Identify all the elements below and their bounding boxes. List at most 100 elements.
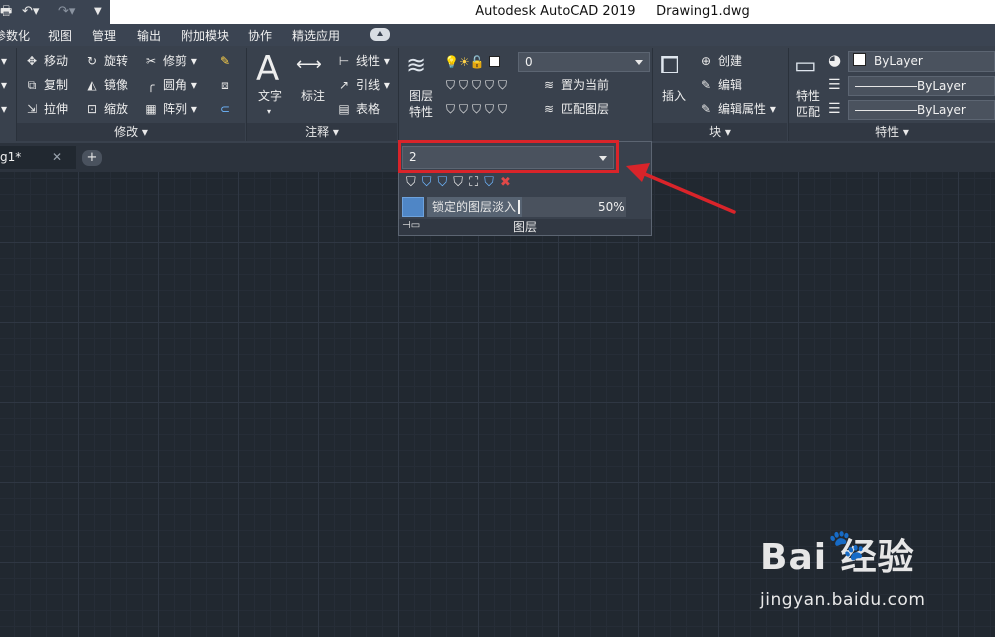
locked-layer-fade-icon[interactable] [402, 197, 424, 217]
minimize-ribbon-button[interactable] [370, 28, 390, 41]
fillet-button[interactable]: ╭ 圆角 ▾ [143, 77, 196, 93]
locked-layer-fade-label: 锁定的图层淡入 [427, 197, 522, 217]
dimension-icon[interactable]: ⟷ [296, 54, 322, 76]
qat-menu-icon[interactable]: ▼ [94, 3, 102, 21]
layer-freeze-vp-icon[interactable]: ⛶ [469, 175, 484, 190]
file-name-text: Drawing1.dwg [656, 4, 750, 19]
locked-layer-fade-slider[interactable] [522, 197, 598, 217]
trim-button[interactable]: ✂ 修剪 ▾ [143, 53, 197, 69]
rotate-button[interactable]: ↻ 旋转 [84, 53, 128, 69]
tab-output[interactable]: 输出 [137, 27, 161, 44]
print-icon[interactable]: 🖶 [0, 3, 12, 21]
current-layer-value: 0 [525, 55, 533, 69]
undo-icon[interactable]: ↶▾ [22, 3, 39, 21]
color-combo[interactable]: ByLayer [848, 51, 995, 72]
clipped-tool-icon[interactable]: ▾ [1, 77, 7, 93]
layers-panel-expanded-footer[interactable]: 图层 [399, 219, 651, 235]
linear-dim-icon: ⊢ [338, 54, 350, 68]
layer-merge-icon[interactable]: ⛉ [453, 175, 469, 190]
current-layer-combo[interactable]: 0 [518, 52, 650, 72]
close-icon[interactable]: ✕ [52, 150, 62, 164]
unlock-icon[interactable]: 🔓 [470, 55, 485, 69]
clipped-tool-icon[interactable]: ▾ [1, 53, 7, 69]
layer-properties-label[interactable]: 图层 特性 [409, 88, 433, 120]
document-tab-label: g1* [0, 150, 22, 164]
set-current-button[interactable]: ≋ 置为当前 [541, 77, 609, 93]
locked-layer-fade-percent[interactable]: 50% [598, 197, 626, 217]
match-properties-icon[interactable]: ▭ [794, 50, 817, 80]
linetype-combo[interactable]: ByLayer [848, 76, 995, 96]
tab-manage[interactable]: 管理 [92, 27, 116, 44]
rotate-icon: ↻ [86, 54, 98, 68]
linetype-icon[interactable]: ☰ [828, 77, 841, 93]
text-icon[interactable]: A [256, 50, 279, 88]
linear-label: 线性 [356, 54, 381, 68]
tab-addins[interactable]: 附加模块 [181, 27, 229, 44]
layer-tools-row1[interactable]: ⛉⛉⛉⛉⛉ [446, 77, 511, 93]
tab-view[interactable]: 视图 [48, 27, 72, 44]
layer-copy-icon[interactable]: ⛉ [484, 175, 500, 190]
lineweight-combo[interactable]: ByLayer [848, 100, 995, 120]
array-button[interactable]: ▦ 阵列 ▾ [143, 101, 197, 117]
table-label: 表格 [356, 102, 381, 116]
layer-delete-icon[interactable]: ✖ [500, 175, 517, 190]
properties-panel-footer[interactable]: 特性 ▾ [789, 123, 995, 141]
document-tab[interactable]: g1* [0, 146, 76, 169]
leader-button[interactable]: ↗ 引线 ▾ [336, 77, 390, 93]
mirror-label: 镜像 [104, 78, 129, 92]
new-tab-button[interactable]: + [82, 150, 102, 166]
linetype-line-preview [855, 86, 917, 87]
stretch-button[interactable]: ⇲ 拉伸 [24, 101, 68, 117]
modify-panel-footer[interactable]: 修改 ▾ [17, 123, 245, 141]
explode-button[interactable]: ⧈ [217, 77, 237, 93]
text-dropdown-icon[interactable]: ▾ [267, 104, 271, 120]
layer-unisolate-icon[interactable]: ⛉ [438, 175, 454, 190]
create-block-button[interactable]: ⊕ 创建 [698, 53, 742, 69]
offset-button[interactable]: ⊂ [217, 101, 237, 117]
match-layer-button[interactable]: ≋ 匹配图层 [541, 101, 609, 117]
edit-label: 编辑 [718, 78, 743, 92]
layer-tools-row2[interactable]: ⛉⛉⛉⛉⛉ [446, 101, 511, 117]
pin-icon[interactable]: ⊣▭ [402, 220, 420, 231]
move-button[interactable]: ✥ 移动 [24, 53, 68, 69]
clipped-tool-icon[interactable]: ▾ [1, 101, 7, 117]
color-wheel-icon[interactable]: ◕ [828, 52, 841, 68]
insert-block-icon[interactable]: ⧠ [660, 50, 679, 80]
color-swatch [853, 53, 866, 66]
block-panel-footer[interactable]: 块 ▾ [653, 123, 787, 141]
mirror-button[interactable]: ◭ 镜像 [84, 77, 128, 93]
edit-attributes-label: 编辑属性 [718, 102, 767, 116]
tab-parametric[interactable]: 参数化 [0, 27, 30, 44]
dimension-button-label[interactable]: 标注 [301, 88, 325, 104]
lineweight-icon[interactable]: ☰ [828, 101, 841, 117]
copy-label: 复制 [44, 78, 69, 92]
layer-walk-icon[interactable]: ⛉ [406, 175, 422, 190]
quick-access-toolbar: 🖶 ↶▾ ↷▾ ▼ [0, 0, 110, 24]
lineweight-value: ByLayer [917, 103, 966, 117]
stretch-icon: ⇲ [26, 102, 38, 116]
ribbon: ▾ ▾ ▾ ✥ 移动 ↻ 旋转 ✂ 修剪 ▾ ✎ ⧉ 复制 ◭ 镜像 ╭ 圆角 ▾ ⧈ ⇲ 拉… [0, 46, 995, 143]
scale-button[interactable]: ⊡ 缩放 [84, 101, 128, 117]
sun-icon[interactable]: ☀ [459, 55, 470, 69]
tab-featured-apps[interactable]: 精选应用 [292, 27, 340, 44]
chevron-down-icon [635, 60, 643, 65]
layer-isolate-icon[interactable]: ⛉ [422, 175, 438, 190]
erase-button[interactable]: ✎ [217, 53, 237, 69]
edit-attributes-button[interactable]: ✎ 编辑属性 ▾ [698, 101, 776, 117]
trim-icon: ✂ [145, 54, 157, 68]
fillet-icon: ╭ [147, 78, 155, 92]
tab-collaborate[interactable]: 协作 [248, 27, 272, 44]
edit-block-button[interactable]: ✎ 编辑 [698, 77, 742, 93]
lightbulb-icon[interactable]: 💡 [444, 55, 459, 69]
annotation-panel-footer[interactable]: 注释 ▾ [247, 123, 397, 141]
insert-button-label[interactable]: 插入 [662, 88, 686, 104]
layer-properties-icon[interactable]: ≋ [406, 50, 426, 80]
copy-button[interactable]: ⧉ 复制 [24, 77, 68, 93]
linear-dim-button[interactable]: ⊢ 线性 ▾ [336, 53, 390, 69]
text-button-label[interactable]: 文字 [258, 88, 282, 104]
table-button[interactable]: ▤ 表格 [336, 101, 380, 117]
redo-icon[interactable]: ↷▾ [58, 3, 75, 21]
color-value: ByLayer [874, 54, 923, 68]
layer-color-swatch[interactable] [488, 56, 500, 67]
match-properties-label[interactable]: 特性 匹配 [796, 88, 820, 120]
